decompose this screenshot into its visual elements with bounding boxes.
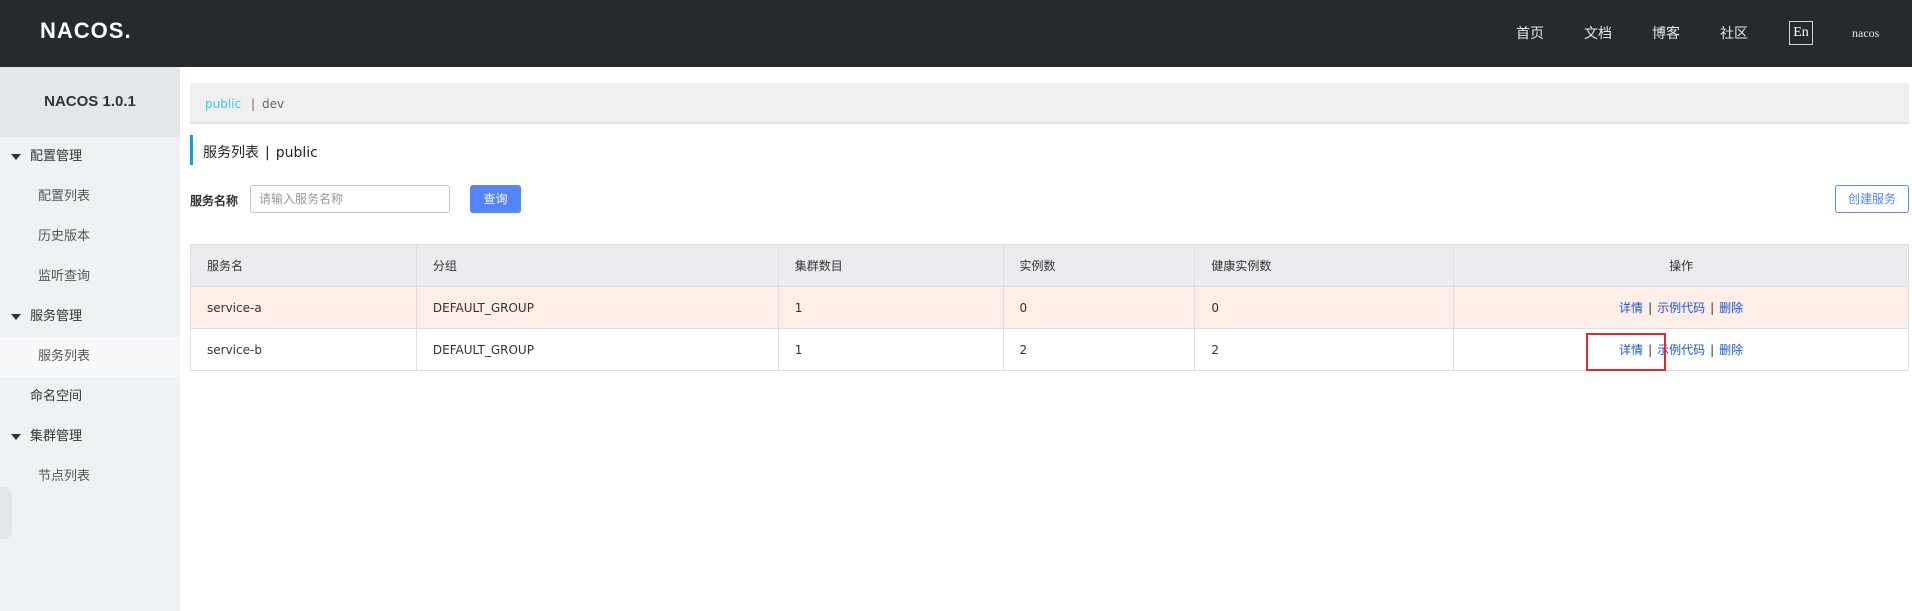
- caret-down-icon: [11, 314, 21, 320]
- sidebar-item-namespace[interactable]: 命名空间: [0, 380, 180, 414]
- page-title-text: 服务列表: [203, 145, 259, 161]
- table-row: service-b DEFAULT_GROUP 1 2 2 详情 | 示例代码 | 删除: [190, 328, 1909, 371]
- sidebar-group-cluster[interactable]: 集群管理: [0, 420, 180, 454]
- cell-cluster-count: 1: [777, 328, 1004, 371]
- delete-link[interactable]: 删除: [1719, 343, 1743, 357]
- cell-actions: 详情 | 示例代码 | 删除: [1453, 286, 1909, 329]
- sidebar-item-service-list[interactable]: 服务列表: [0, 337, 180, 377]
- sidebar-group-label: 命名空间: [30, 389, 83, 404]
- sidebar-group-label: 配置管理: [30, 149, 83, 164]
- column-header-actions: 操作: [1453, 244, 1909, 287]
- sidebar-item-label: 监听查询: [38, 269, 91, 284]
- detail-link[interactable]: 详情: [1619, 301, 1643, 315]
- nav-community-link[interactable]: 社区: [1720, 23, 1748, 43]
- cell-group: DEFAULT_GROUP: [415, 286, 779, 329]
- nav-blog-link[interactable]: 博客: [1652, 23, 1680, 43]
- language-toggle-button[interactable]: En: [1789, 21, 1813, 45]
- page-header: 服务列表 | public: [190, 135, 318, 165]
- sidebar-item-node-list[interactable]: 节点列表: [0, 457, 180, 497]
- page-title: 服务列表 | public: [203, 142, 318, 162]
- cell-service-name: service-a: [190, 286, 417, 329]
- column-header-service-name: 服务名: [190, 244, 417, 287]
- namespace-dev-link[interactable]: dev: [262, 97, 284, 111]
- service-name-label: 服务名称: [190, 194, 239, 208]
- action-separator: |: [1710, 301, 1715, 315]
- cell-instance-count: 2: [1002, 328, 1196, 371]
- sidebar-item-history[interactable]: 历史版本: [0, 217, 180, 257]
- namespace-public-link[interactable]: public: [205, 97, 241, 111]
- service-table: 服务名 分组 集群数目 实例数 健康实例数 操作 service-a DEFAU…: [190, 244, 1909, 371]
- column-header-group: 分组: [415, 244, 779, 287]
- action-separator: |: [1710, 343, 1715, 357]
- service-name-search-input[interactable]: [250, 185, 450, 213]
- column-header-cluster-count: 集群数目: [777, 244, 1004, 287]
- sample-code-link[interactable]: 示例代码: [1657, 301, 1705, 315]
- cell-cluster-count: 1: [777, 286, 1004, 329]
- nacos-logo[interactable]: NACOS.: [40, 18, 132, 44]
- table-row: service-a DEFAULT_GROUP 1 0 0 详情 | 示例代码 | 删除: [190, 286, 1909, 329]
- detail-link[interactable]: 详情: [1619, 343, 1643, 357]
- cell-healthy-count: 2: [1194, 328, 1455, 371]
- sidebar-group-label: 服务管理: [30, 309, 83, 324]
- sidebar-item-label: 节点列表: [38, 469, 91, 484]
- sidebar-group-label: 集群管理: [30, 429, 83, 444]
- nav-home-link[interactable]: 首页: [1516, 23, 1544, 43]
- sidebar-item-listener-query[interactable]: 监听查询: [0, 257, 180, 297]
- sidebar-item-label: 配置列表: [38, 189, 91, 204]
- page-title-separator: |: [265, 145, 270, 161]
- sidebar-group-config[interactable]: 配置管理: [0, 140, 180, 174]
- page-title-namespace: public: [275, 145, 318, 161]
- cell-actions: 详情 | 示例代码 | 删除: [1453, 328, 1909, 371]
- caret-down-icon: [11, 434, 21, 440]
- sidebar-item-config-list[interactable]: 配置列表: [0, 177, 180, 217]
- cell-group: DEFAULT_GROUP: [415, 328, 779, 371]
- cell-healthy-count: 0: [1194, 286, 1455, 329]
- namespace-bar: public | dev: [190, 83, 1909, 124]
- column-header-healthy-count: 健康实例数: [1194, 244, 1455, 287]
- action-separator: |: [1648, 343, 1653, 357]
- sample-code-link[interactable]: 示例代码: [1657, 343, 1705, 357]
- nav-docs-link[interactable]: 文档: [1584, 23, 1612, 43]
- top-navbar: NACOS. 首页 文档 博客 社区 En nacos: [0, 0, 1912, 67]
- column-header-instance-count: 实例数: [1002, 244, 1196, 287]
- sidebar-title: NACOS 1.0.1: [0, 67, 180, 137]
- table-header-row: 服务名 分组 集群数目 实例数 健康实例数 操作: [190, 244, 1909, 287]
- query-button[interactable]: 查询: [470, 185, 521, 213]
- create-service-button[interactable]: 创建服务: [1835, 185, 1909, 213]
- sidebar-collapse-handle[interactable]: [0, 487, 12, 539]
- sidebar-item-label: 历史版本: [38, 229, 91, 244]
- caret-down-icon: [11, 154, 21, 160]
- sidebar-group-service[interactable]: 服务管理: [0, 300, 180, 334]
- sidebar: NACOS 1.0.1 配置管理 配置列表 历史版本 监听查询 服务管理 服务列…: [0, 67, 180, 611]
- cell-instance-count: 0: [1002, 286, 1196, 329]
- action-separator: |: [1648, 301, 1653, 315]
- delete-link[interactable]: 删除: [1719, 301, 1743, 315]
- user-menu[interactable]: nacos: [1852, 26, 1879, 41]
- namespace-separator: |: [251, 97, 256, 111]
- cell-service-name: service-b: [190, 328, 417, 371]
- sidebar-item-label: 服务列表: [38, 349, 91, 364]
